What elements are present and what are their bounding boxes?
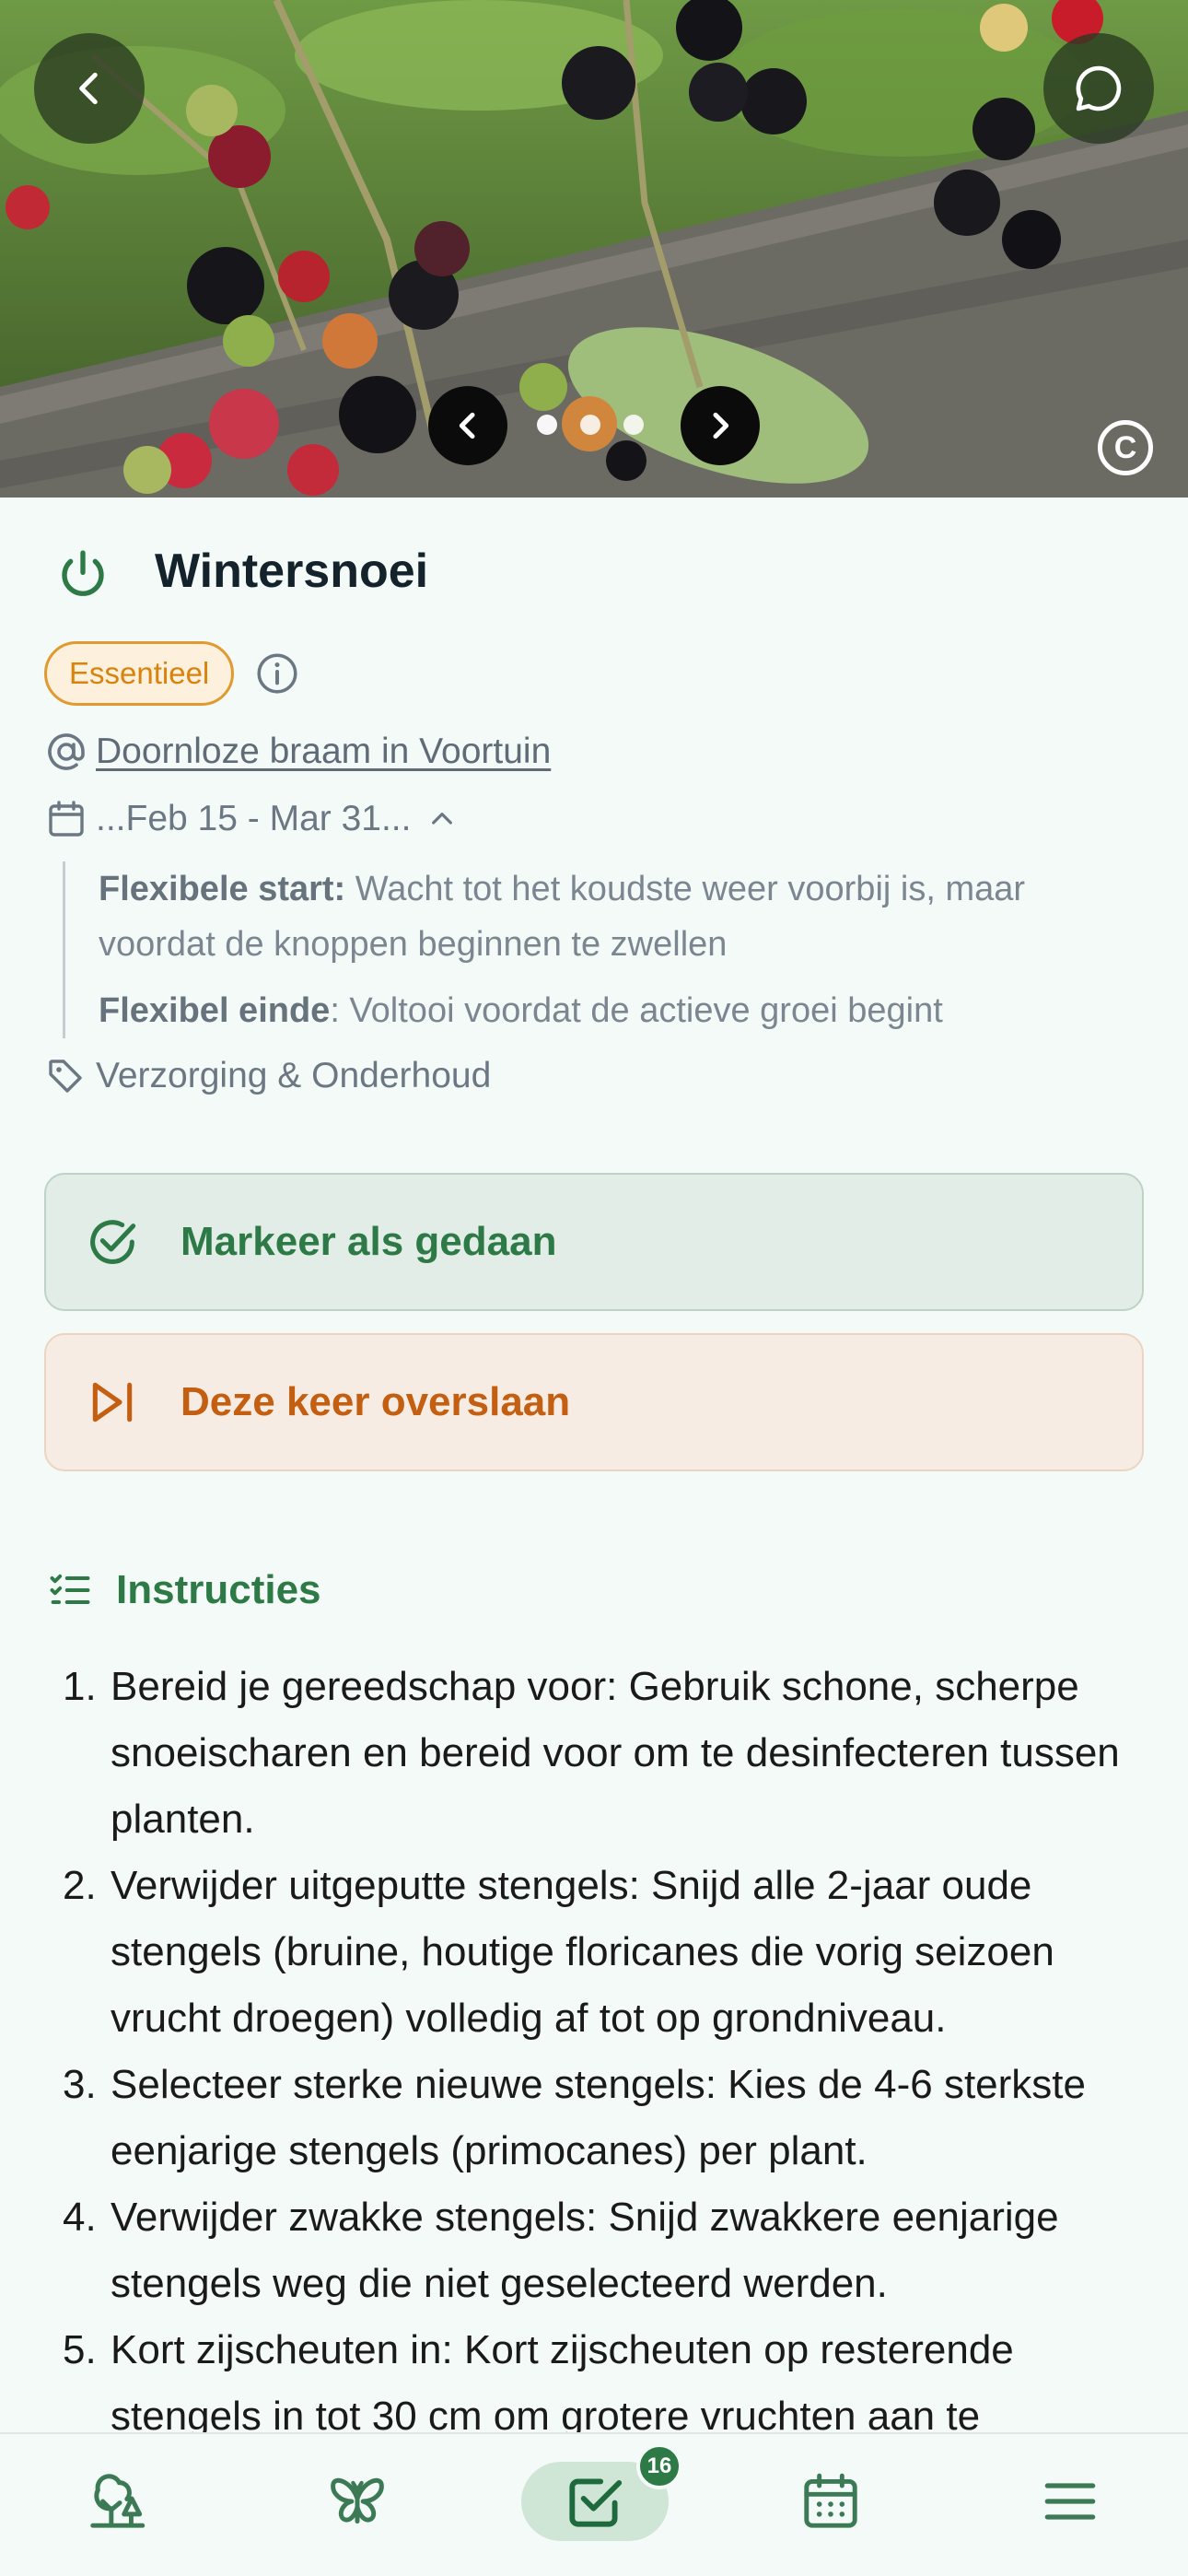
carousel-dot-2[interactable] xyxy=(580,415,600,435)
carousel-dot-3[interactable] xyxy=(623,415,644,435)
plant-link[interactable]: Doornloze braam in Voortuin xyxy=(96,732,551,772)
instruction-step: 2. Verwijder uitgeputte stengels: Snijd a… xyxy=(63,1853,1159,2052)
nav-garden[interactable] xyxy=(82,2462,152,2541)
step-text: Kort zijscheuten in: Kort zijscheuten op… xyxy=(111,2327,1014,2439)
carousel-next-button[interactable] xyxy=(681,386,760,465)
step-text: Verwijder zwakke stengels: Snijd zwakker… xyxy=(111,2195,1059,2306)
step-number: 5. xyxy=(63,2327,97,2372)
copyright-symbol: C xyxy=(1113,430,1137,465)
flex-start: Flexibele start: Wacht tot het koudste w… xyxy=(99,861,1131,972)
checkbox-icon xyxy=(569,2478,623,2527)
carousel-prev-button[interactable] xyxy=(428,386,507,465)
checklist-icon xyxy=(50,1574,90,1604)
nav-calendar[interactable] xyxy=(796,2462,866,2541)
hamburger-menu-icon xyxy=(1044,2483,1096,2520)
flex-end: Flexibel einde: Voltooi voordat de actie… xyxy=(99,983,1131,1038)
step-text: Bereid je gereedschap voor: Gebruik scho… xyxy=(111,1664,1120,1842)
butterfly-icon xyxy=(331,2477,384,2524)
instructions-title: Instructies xyxy=(116,1567,321,1612)
skip-button[interactable]: Deze keer overslaan xyxy=(44,1333,1144,1471)
back-button[interactable] xyxy=(34,33,145,144)
calendar-icon xyxy=(49,801,84,837)
info-icon[interactable] xyxy=(254,650,300,697)
step-number: 1. xyxy=(63,1664,97,1709)
chat-bubble-icon xyxy=(1076,65,1122,111)
instruction-step: 5. Kort zijscheuten in: Kort zijscheuten … xyxy=(63,2317,1159,2450)
step-number: 2. xyxy=(63,1863,97,1908)
category-row: Verzorging & Onderhoud xyxy=(44,1054,491,1098)
instruction-step: 1. Bereid je gereedschap voor: Gebruik sc… xyxy=(63,1654,1159,1853)
tasks-count-badge: 16 xyxy=(636,2443,682,2489)
step-number: 4. xyxy=(63,2195,97,2240)
tag-icon xyxy=(49,1060,82,1093)
calendar-grid-icon xyxy=(804,2473,857,2528)
nav-wildlife[interactable] xyxy=(322,2462,392,2541)
date-range: ...Feb 15 - Mar 31... xyxy=(96,799,412,838)
carousel-dots xyxy=(537,415,644,435)
mark-done-label: Markeer als gedaan xyxy=(181,1219,557,1264)
instructions-heading: Instructies xyxy=(46,1566,321,1614)
priority-badge: Essentieel xyxy=(44,641,235,706)
instruction-step: 4. Verwijder zwakke stengels: Snijd zwakk… xyxy=(63,2184,1159,2317)
hero-image: C xyxy=(0,0,1188,498)
carousel-dot-1[interactable] xyxy=(537,415,557,435)
at-icon xyxy=(48,733,85,770)
copyright-icon[interactable]: C xyxy=(1098,420,1153,475)
chevron-left-icon xyxy=(79,72,98,105)
skip-label: Deze keer overslaan xyxy=(181,1379,571,1424)
bottom-navigation: 16 xyxy=(0,2432,1188,2576)
step-text: Selecteer sterke nieuwe stengels: Kies d… xyxy=(111,2062,1086,2173)
check-circle-icon xyxy=(90,1220,136,1264)
nav-menu[interactable] xyxy=(1035,2462,1105,2541)
flex-end-text: : Voltooi voordat de actieve groei begin… xyxy=(330,991,943,1030)
mark-done-button[interactable]: Markeer als gedaan xyxy=(44,1173,1144,1311)
category-label: Verzorging & Onderhoud xyxy=(96,1056,492,1095)
flexible-dates: Flexibele start: Wacht tot het koudste w… xyxy=(63,861,1131,1038)
flex-end-label: Flexibel einde xyxy=(99,991,331,1030)
chevron-right-icon xyxy=(713,412,729,439)
chat-button[interactable] xyxy=(1043,33,1154,144)
instruction-step: 3. Selecteer sterke nieuwe stengels: Kies… xyxy=(63,2052,1159,2184)
chevron-up-icon xyxy=(432,813,453,825)
step-text: Verwijder uitgeputte stengels: Snijd all… xyxy=(111,1863,1054,2041)
skip-forward-icon xyxy=(92,1382,133,1423)
power-icon xyxy=(62,550,104,596)
trees-icon xyxy=(90,2474,146,2528)
status-toggle[interactable] xyxy=(53,545,112,604)
chevron-left-icon xyxy=(459,412,475,439)
task-title: Wintersnoei xyxy=(155,544,429,598)
plant-row: Doornloze braam in Voortuin xyxy=(44,730,551,774)
badge-row: Essentieel xyxy=(44,641,300,706)
instruction-list: 1. Bereid je gereedschap voor: Gebruik sc… xyxy=(63,1654,1159,2450)
date-row[interactable]: ...Feb 15 - Mar 31... xyxy=(44,797,457,841)
step-number: 3. xyxy=(63,2062,97,2107)
flex-start-label: Flexibele start: xyxy=(99,870,346,908)
